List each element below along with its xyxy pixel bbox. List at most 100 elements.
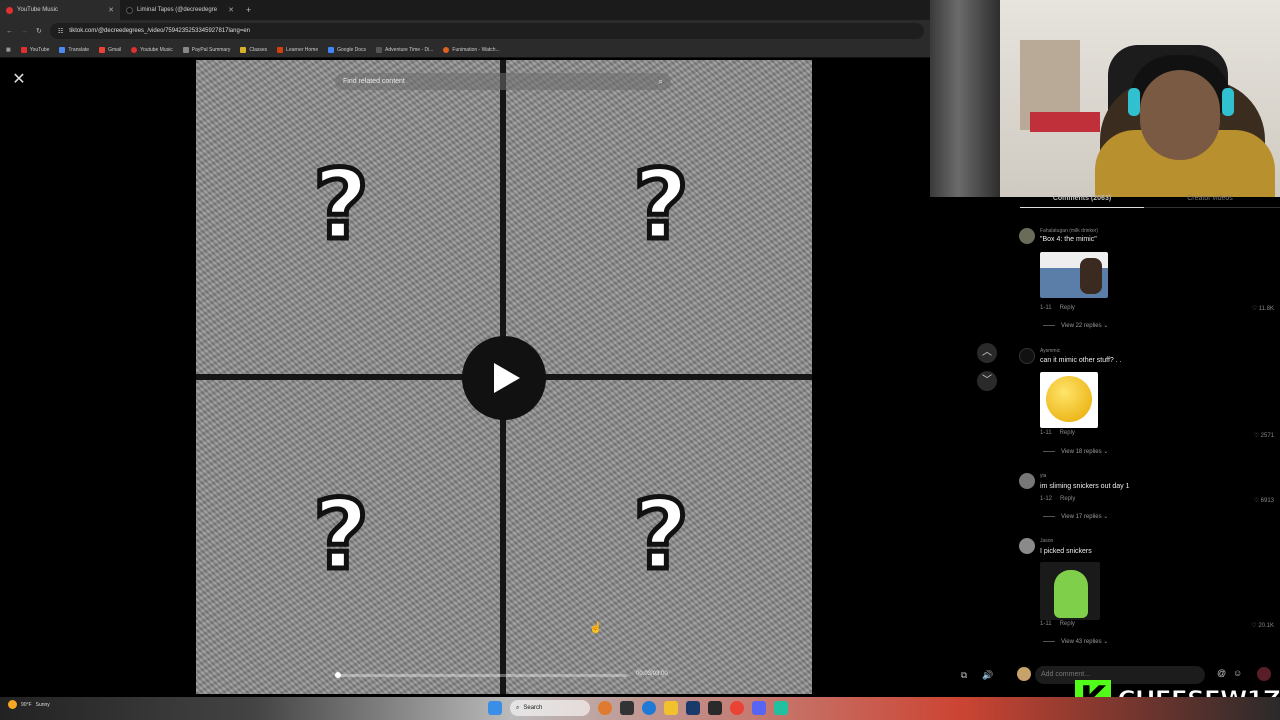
folder-icon xyxy=(240,46,247,53)
progress-knob[interactable] xyxy=(335,672,341,678)
bookmark-label: Youtube Music xyxy=(140,46,173,53)
tab-title: Liminal Tapes (@decreedegre xyxy=(137,7,218,13)
bookmark-label: Funimation - Watch... xyxy=(452,46,500,53)
weather-widget[interactable]: 90°F Sunny xyxy=(8,700,50,709)
reply-button[interactable]: Reply xyxy=(1060,621,1075,627)
like-count[interactable]: ♡ 2571 xyxy=(1254,432,1274,439)
bookmark-google-docs[interactable]: Google Docs xyxy=(328,46,366,53)
close-player-button[interactable]: ✕ xyxy=(10,71,28,89)
app-icon[interactable] xyxy=(708,701,722,715)
mention-icon[interactable]: @ xyxy=(1217,668,1226,678)
bookmark-youtube-music[interactable]: Youtube Music xyxy=(131,46,173,53)
question-mark: ? xyxy=(631,479,692,591)
bookmark-label: Gmail xyxy=(108,46,122,53)
search-icon: ⌕ xyxy=(516,704,520,711)
browser-tab-tiktok[interactable]: Liminal Tapes (@decreedegre ✕ xyxy=(120,0,240,20)
widgets-icon[interactable] xyxy=(598,701,612,715)
picture-in-picture-icon[interactable]: ⧉ xyxy=(955,666,973,684)
like-count-value: 11.8K xyxy=(1258,306,1274,312)
tab-creator-videos[interactable]: Creator videos xyxy=(1170,195,1250,202)
reply-button[interactable]: Reply xyxy=(1060,305,1075,311)
related-search-input[interactable]: Find related content ⌕ xyxy=(335,73,671,90)
search-icon[interactable]: ⌕ xyxy=(659,77,663,87)
view-replies-button[interactable]: View 17 replies ⌄ xyxy=(1043,513,1108,520)
page-icon xyxy=(376,46,383,53)
app-icon[interactable] xyxy=(774,701,788,715)
weather-condition: Sunny xyxy=(35,701,50,708)
bookmark-label: PayPal Summary xyxy=(191,46,231,53)
youtube-music-icon xyxy=(131,46,138,53)
windows-start-icon[interactable] xyxy=(488,701,502,715)
previous-video-button[interactable]: ︿ xyxy=(977,343,997,363)
video-player[interactable]: ? ? ? ? xyxy=(196,60,812,694)
search-placeholder: Find related content xyxy=(343,78,405,85)
like-count[interactable]: ♡ 6913 xyxy=(1254,497,1274,504)
discord-icon[interactable] xyxy=(752,701,766,715)
comment-username[interactable]: Aysmmic xyxy=(1040,348,1060,354)
edge-icon[interactable] xyxy=(642,701,656,715)
file-explorer-icon[interactable] xyxy=(664,701,678,715)
task-view-icon[interactable] xyxy=(620,701,634,715)
bookmark-paypal[interactable]: PayPal Summary xyxy=(182,46,231,53)
comment-text: can it mimic other stuff? . . xyxy=(1040,357,1122,364)
question-mark: ? xyxy=(631,149,692,261)
url-field[interactable]: ☷ tiktok.com/@decreedegrees_/video/75942… xyxy=(49,23,924,39)
reload-icon[interactable]: ↻ xyxy=(36,27,42,35)
close-tab-icon[interactable]: ✕ xyxy=(228,6,234,14)
play-button[interactable] xyxy=(462,336,546,420)
view-replies-label: View 18 replies xyxy=(1061,449,1102,455)
comment-meta: 1-12 Reply xyxy=(1040,496,1075,502)
youtube-music-icon xyxy=(6,6,13,14)
video-timecode: 00:03/03:00 xyxy=(636,671,668,677)
tab-comments[interactable]: Comments (2063) xyxy=(1020,195,1144,202)
bookmark-classes[interactable]: Classes xyxy=(240,46,267,53)
view-replies-label: View 17 replies xyxy=(1061,514,1102,520)
comment-text: "Box 4: the mimic" xyxy=(1040,236,1097,243)
comment-username[interactable]: yia xyxy=(1040,473,1046,479)
comment-username[interactable]: Fahalatugan (milk drinker) xyxy=(1040,228,1098,234)
bookmark-translate[interactable]: Translate xyxy=(59,46,89,53)
video-progress-bar[interactable] xyxy=(335,672,627,678)
bookmark-label: Learner Home xyxy=(286,46,319,53)
back-icon[interactable]: ← xyxy=(6,28,13,35)
avatar[interactable] xyxy=(1019,348,1035,364)
comment-username[interactable]: Jason xyxy=(1040,538,1053,544)
comment-date: 1-11 xyxy=(1040,430,1052,436)
apps-icon[interactable]: ▦ xyxy=(6,47,11,53)
like-count-value: 6913 xyxy=(1260,498,1274,504)
view-replies-button[interactable]: View 18 replies ⌄ xyxy=(1043,448,1108,455)
bookmark-gmail[interactable]: Gmail xyxy=(99,46,122,53)
comment-image-creature[interactable] xyxy=(1040,562,1100,620)
comment-meta: 1-11 Reply xyxy=(1040,430,1075,436)
reply-button[interactable]: Reply xyxy=(1060,496,1075,502)
bookmark-youtube[interactable]: YouTube xyxy=(20,46,49,53)
avatar[interactable] xyxy=(1019,473,1035,489)
forward-icon[interactable]: → xyxy=(21,28,28,35)
like-count[interactable]: ♡ 11.8K xyxy=(1252,305,1274,312)
like-count[interactable]: ♡ 20.1K xyxy=(1251,622,1274,629)
taskbar-search[interactable]: ⌕ Search xyxy=(510,700,590,716)
comment-image-meme[interactable] xyxy=(1040,252,1108,298)
comment-image-emoji[interactable] xyxy=(1040,372,1098,428)
steam-icon[interactable] xyxy=(686,701,700,715)
bookmark-adventure-time[interactable]: Adventure Time - Di... xyxy=(376,46,433,53)
volume-icon[interactable]: 🔊 xyxy=(979,666,997,684)
bookmark-learner-home[interactable]: Learner Home xyxy=(277,46,319,53)
next-video-button[interactable]: ﹀ xyxy=(977,371,997,391)
avatar[interactable] xyxy=(1019,538,1035,554)
reply-button[interactable]: Reply xyxy=(1060,430,1075,436)
chrome-icon[interactable] xyxy=(730,701,744,715)
view-replies-button[interactable]: View 22 replies ⌄ xyxy=(1043,322,1108,329)
close-tab-icon[interactable]: ✕ xyxy=(108,6,114,14)
browser-tab-youtube-music[interactable]: YouTube Music ✕ xyxy=(0,0,120,20)
view-replies-button[interactable]: View 43 replies ⌄ xyxy=(1043,638,1108,645)
avatar[interactable] xyxy=(1019,228,1035,244)
emoji-icon[interactable]: ☺ xyxy=(1233,668,1242,678)
site-info-icon[interactable]: ☷ xyxy=(58,28,63,35)
new-tab-button[interactable]: + xyxy=(246,5,251,15)
funimation-icon xyxy=(443,46,450,53)
bookmark-funimation[interactable]: Funimation - Watch... xyxy=(443,46,500,53)
comments-tabs: Comments (2063) Creator videos xyxy=(1020,195,1280,209)
view-replies-label: View 43 replies xyxy=(1061,639,1102,645)
like-count-value: 20.1K xyxy=(1258,623,1274,629)
